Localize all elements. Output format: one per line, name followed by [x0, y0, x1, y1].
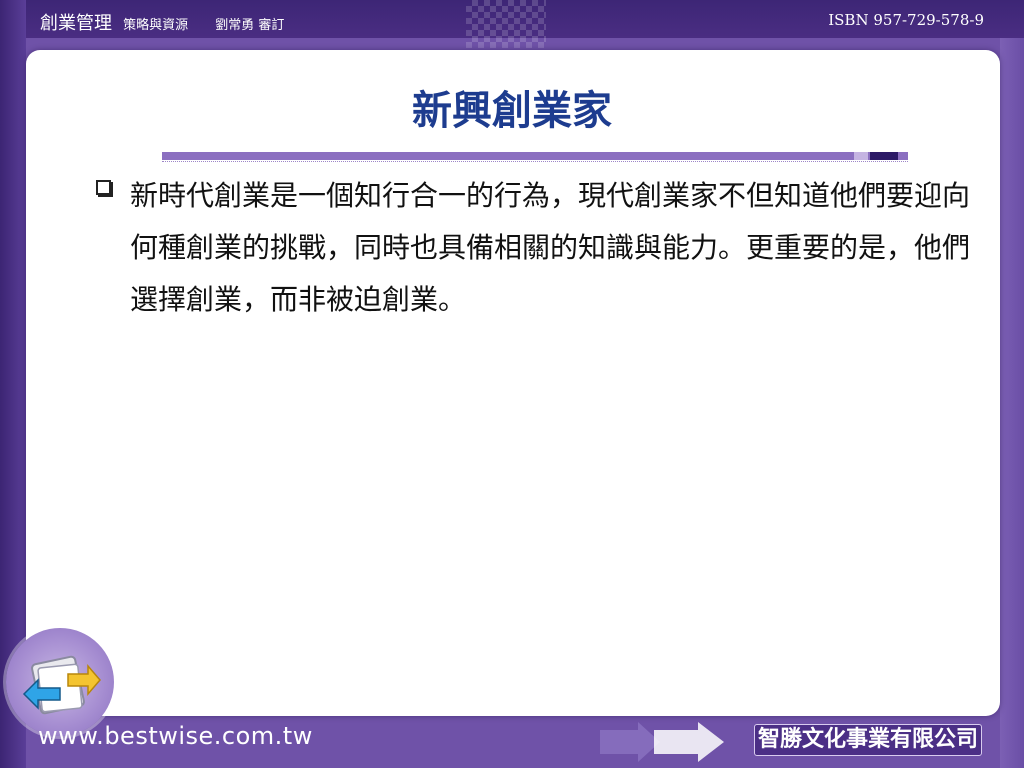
book-subtitle: 策略與資源 — [123, 18, 189, 33]
right-band — [1000, 38, 1024, 768]
slide-title: 新興創業家 — [412, 88, 612, 134]
book-title: 創業管理 — [40, 13, 112, 34]
isbn-label: ISBN 957-729-578-9 — [828, 11, 984, 29]
header-book-info: 創業管理 策略與資源 劉常勇 審訂 — [40, 9, 284, 35]
title-dotted-rule — [162, 161, 908, 164]
bullet-text: 新時代創業是一個知行合一的行為，現代創業家不但知道他們要迎向何種創業的挑戰，同時… — [130, 179, 971, 316]
footer-arrows-decoration — [600, 722, 724, 762]
footer-website-link[interactable]: www.bestwise.com.tw — [38, 722, 313, 750]
folder-icon[interactable] — [20, 652, 102, 720]
slide-panel — [26, 50, 1000, 716]
title-underline — [162, 152, 908, 160]
underline-dark-segment — [870, 152, 898, 160]
footer-company-name: 智勝文化事業有限公司 — [754, 724, 982, 756]
bullet-checkbox-icon — [96, 180, 111, 195]
book-reviewer: 劉常勇 審訂 — [215, 18, 285, 33]
underline-light-segment — [854, 152, 868, 160]
checker-decoration — [466, 0, 546, 48]
